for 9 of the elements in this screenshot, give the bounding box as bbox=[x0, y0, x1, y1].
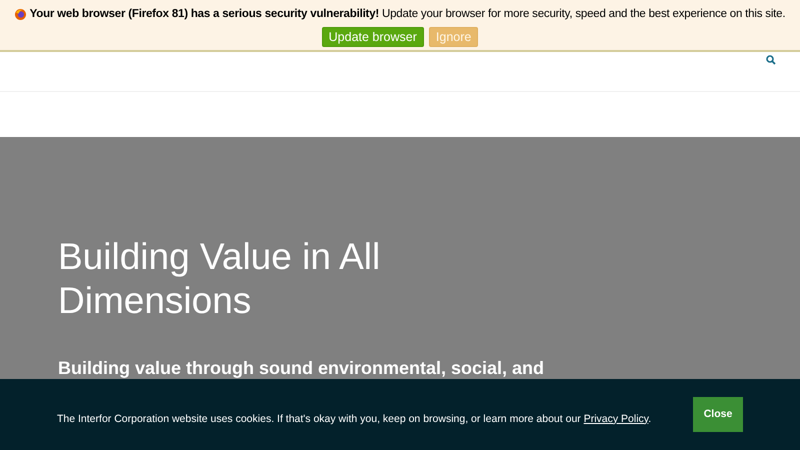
close-button[interactable]: Close bbox=[693, 397, 743, 432]
browser-logo-icon bbox=[14, 9, 26, 20]
update-browser-button[interactable]: Update browser bbox=[322, 27, 424, 48]
security-warning: Your web browser (Firefox 81) has a serious security vulnerability! Update your browser for more security, speed and the best experience on this site. bbox=[30, 7, 786, 22]
search-icon[interactable] bbox=[766, 55, 776, 65]
cookie-message: The Interfor Corporation website uses cookies. If that's okay with you, keep on browsing, or learn more about our Privacy Policy. bbox=[57, 412, 652, 427]
privacy-policy-link[interactable]: Privacy Policy bbox=[584, 412, 648, 425]
hero-subtitle: Building value through sound environmental, social, and bbox=[58, 357, 546, 380]
hero-title: Building Value in All Dimensions bbox=[58, 235, 382, 323]
